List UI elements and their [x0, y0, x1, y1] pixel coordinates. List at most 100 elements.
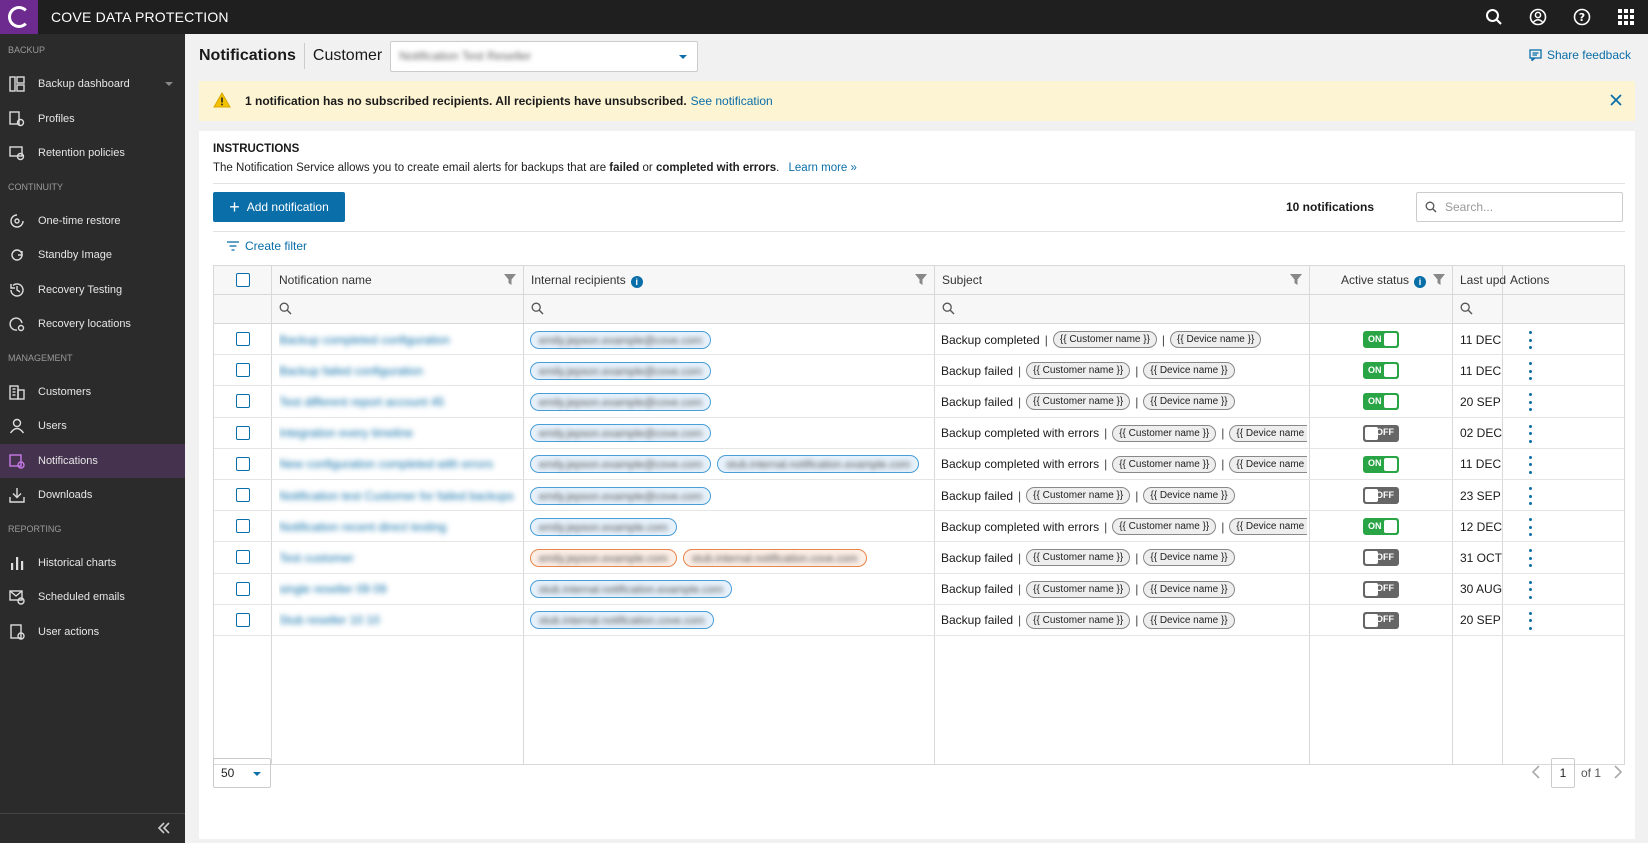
active-status-toggle[interactable]: ON [1363, 362, 1399, 380]
row-checkbox[interactable] [236, 425, 250, 440]
more-actions-icon[interactable] [1527, 455, 1533, 474]
sidebar-item-users[interactable]: Users [0, 409, 185, 444]
recipient-pill[interactable]: emily.jepson.example@cove.com [530, 361, 712, 380]
sidebar-item-backup-dashboard[interactable]: Backup dashboard [0, 67, 185, 102]
filter-icon[interactable] [915, 274, 927, 289]
sidebar-item-profiles[interactable]: Profiles [0, 102, 185, 137]
recipient-pill[interactable]: emily.jepson.example@cove.com [530, 486, 712, 505]
active-status-toggle[interactable]: OFF [1363, 580, 1399, 598]
notification-name-link[interactable]: Test different report account 45 [279, 395, 444, 409]
recipient-pill[interactable]: emily.jepson.example@cove.com [530, 455, 712, 474]
sidebar-item-standby-image[interactable]: Standby Image [0, 238, 185, 273]
more-actions-icon[interactable] [1527, 393, 1533, 412]
search-input[interactable] [1445, 200, 1605, 214]
notification-name-link[interactable]: Integration every timeline [279, 426, 413, 440]
column-header-status[interactable]: Active status i [1341, 266, 1427, 295]
recipient-pill[interactable]: emily.jepson.example@cove.com [530, 392, 712, 411]
search-icon[interactable] [942, 302, 955, 318]
notification-name-link[interactable]: single reseller 09 09 [279, 582, 386, 596]
chevron-down-icon[interactable] [165, 82, 173, 86]
table-row[interactable]: Stub reseller 10 10 stub.internal.notific… [214, 605, 1624, 636]
close-icon[interactable] [1609, 93, 1623, 110]
learn-more-link[interactable]: Learn more » [789, 162, 857, 174]
table-row[interactable]: Integration every timeline emily.jepson.e… [214, 418, 1624, 449]
recipient-pill[interactable]: stub.internal.notification.cove.com [682, 548, 867, 567]
active-status-toggle[interactable]: OFF [1363, 611, 1399, 629]
see-notification-link[interactable]: See notification [691, 94, 773, 108]
collapse-sidebar-icon[interactable] [157, 821, 171, 838]
table-row[interactable]: single reseller 09 09 stub.internal.notif… [214, 574, 1624, 605]
create-filter-link[interactable]: Create filter [227, 239, 307, 253]
notification-name-link[interactable]: New configuration completed with errors [279, 457, 493, 471]
row-checkbox[interactable] [236, 394, 250, 409]
notification-name-link[interactable]: Backup failed configuration [279, 364, 423, 378]
sidebar-item-user-actions[interactable]: User actions [0, 615, 185, 650]
sidebar-item-recovery-locations[interactable]: Recovery locations [0, 307, 185, 342]
search-icon[interactable] [531, 302, 544, 318]
active-status-toggle[interactable]: ON [1363, 455, 1399, 473]
active-status-toggle[interactable]: ON [1363, 393, 1399, 411]
active-status-toggle[interactable]: OFF [1363, 549, 1399, 567]
more-actions-icon[interactable] [1527, 362, 1533, 381]
column-header-recipients[interactable]: Internal recipients i [531, 266, 643, 295]
next-page-icon[interactable] [1613, 764, 1623, 782]
more-actions-icon[interactable] [1527, 611, 1533, 630]
recipient-pill[interactable]: emily.jepson.example@cove.com [530, 330, 712, 349]
prev-page-icon[interactable] [1531, 764, 1541, 782]
table-row[interactable]: New configuration completed with errors e… [214, 449, 1624, 480]
active-status-toggle[interactable]: ON [1363, 518, 1399, 536]
row-checkbox[interactable] [236, 363, 250, 378]
search-icon[interactable] [1460, 302, 1473, 318]
more-actions-icon[interactable] [1527, 518, 1533, 537]
table-row[interactable]: Notification test Customer for failed ba… [214, 480, 1624, 512]
recipient-pill[interactable]: stub.internal.notification.example.com [717, 455, 920, 474]
info-icon[interactable]: i [1414, 276, 1427, 288]
table-row[interactable]: Backup failed configuration emily.jepson.… [214, 355, 1624, 387]
recipient-pill[interactable]: stub.internal.notification.cove.com [530, 611, 714, 630]
row-checkbox[interactable] [236, 612, 250, 627]
account-icon[interactable] [1516, 0, 1560, 34]
search-box[interactable] [1416, 192, 1623, 222]
sidebar-item-recovery-testing[interactable]: Recovery Testing [0, 273, 185, 308]
page-size-select[interactable]: 50 [213, 758, 271, 788]
sidebar-item-historical-charts[interactable]: Historical charts [0, 546, 185, 581]
sidebar-item-one-time-restore[interactable]: One-time restore [0, 204, 185, 239]
share-feedback-link[interactable]: Share feedback [1529, 48, 1631, 62]
row-checkbox[interactable] [236, 550, 250, 565]
filter-icon[interactable] [504, 274, 516, 289]
more-actions-icon[interactable] [1527, 331, 1533, 349]
row-checkbox[interactable] [236, 456, 250, 471]
column-header-subject[interactable]: Subject [942, 266, 982, 295]
search-icon[interactable] [1472, 0, 1516, 34]
help-icon[interactable]: ? [1560, 0, 1604, 34]
more-actions-icon[interactable] [1527, 487, 1533, 505]
column-header-name[interactable]: Notification name [279, 266, 372, 295]
row-checkbox[interactable] [236, 581, 250, 596]
more-actions-icon[interactable] [1527, 549, 1533, 568]
sidebar-item-downloads[interactable]: Downloads [0, 478, 185, 513]
info-icon[interactable]: i [630, 276, 643, 288]
sidebar-item-scheduled-emails[interactable]: Scheduled emails [0, 580, 185, 615]
active-status-toggle[interactable]: ON [1363, 331, 1399, 348]
recipient-pill[interactable]: emily.jepson.example@cove.com [530, 424, 712, 443]
row-checkbox[interactable] [236, 332, 250, 346]
recipient-pill[interactable]: emily.jepson.example.com [530, 517, 677, 536]
apps-grid-icon[interactable] [1604, 0, 1648, 34]
app-logo[interactable] [0, 0, 38, 34]
row-checkbox[interactable] [236, 488, 250, 502]
sidebar-item-notifications[interactable]: Notifications [0, 443, 185, 478]
row-checkbox[interactable] [236, 519, 250, 534]
filter-icon[interactable] [1433, 274, 1445, 289]
select-all-checkbox[interactable] [236, 273, 250, 287]
filter-icon[interactable] [1290, 274, 1302, 289]
notification-name-link[interactable]: Notification recent direct testing [279, 520, 446, 534]
notification-name-link[interactable]: Backup completed configuration [279, 333, 450, 347]
page-number-input[interactable]: 1 [1550, 758, 1575, 788]
recipient-pill[interactable]: emily.jepson.example.com [530, 548, 677, 567]
customer-select[interactable]: Notification Test Reseller [390, 40, 699, 72]
column-header-last-updated[interactable]: Last upd [1460, 266, 1506, 295]
notification-name-link[interactable]: Stub reseller 10 10 [279, 613, 380, 627]
sidebar-item-customers[interactable]: Customers [0, 375, 185, 410]
more-actions-icon[interactable] [1527, 580, 1533, 599]
table-row[interactable]: Notification recent direct testing emily.… [214, 511, 1624, 543]
